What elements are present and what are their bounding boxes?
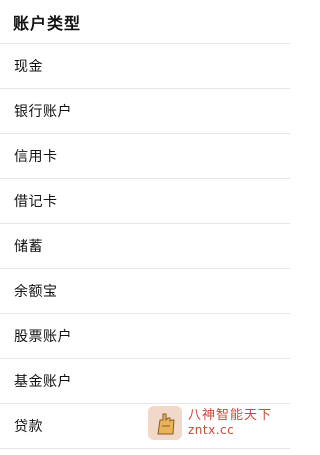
account-type-label: 储蓄 <box>14 239 43 255</box>
account-type-item-bank-account[interactable]: 银行账户 <box>0 89 290 134</box>
account-type-label: 银行账户 <box>14 104 72 120</box>
account-type-label: 现金 <box>14 59 43 75</box>
account-type-item-loan[interactable]: 贷款 <box>0 404 290 449</box>
account-type-item-savings[interactable]: 储蓄 <box>0 224 290 269</box>
account-type-item-fund-account[interactable]: 基金账户 <box>0 359 290 404</box>
account-type-label: 信用卡 <box>14 149 58 165</box>
account-type-label: 贷款 <box>14 419 43 435</box>
account-type-item-stock-account[interactable]: 股票账户 <box>0 314 290 359</box>
account-type-page: 账户类型 现金 银行账户 信用卡 借记卡 储蓄 余额宝 股票账户 基金账户 贷款 <box>0 0 290 449</box>
account-type-label: 余额宝 <box>14 284 58 300</box>
account-type-label: 股票账户 <box>14 329 72 345</box>
page-header: 账户类型 <box>0 0 290 44</box>
page-title: 账户类型 <box>13 13 82 33</box>
account-type-label: 借记卡 <box>14 194 58 210</box>
account-type-label: 基金账户 <box>14 374 72 390</box>
account-type-item-credit-card[interactable]: 信用卡 <box>0 134 290 179</box>
account-type-item-debit-card[interactable]: 借记卡 <box>0 179 290 224</box>
account-type-item-yuebao[interactable]: 余额宝 <box>0 269 290 314</box>
account-type-list: 现金 银行账户 信用卡 借记卡 储蓄 余额宝 股票账户 基金账户 贷款 <box>0 44 290 449</box>
account-type-item-cash[interactable]: 现金 <box>0 44 290 89</box>
